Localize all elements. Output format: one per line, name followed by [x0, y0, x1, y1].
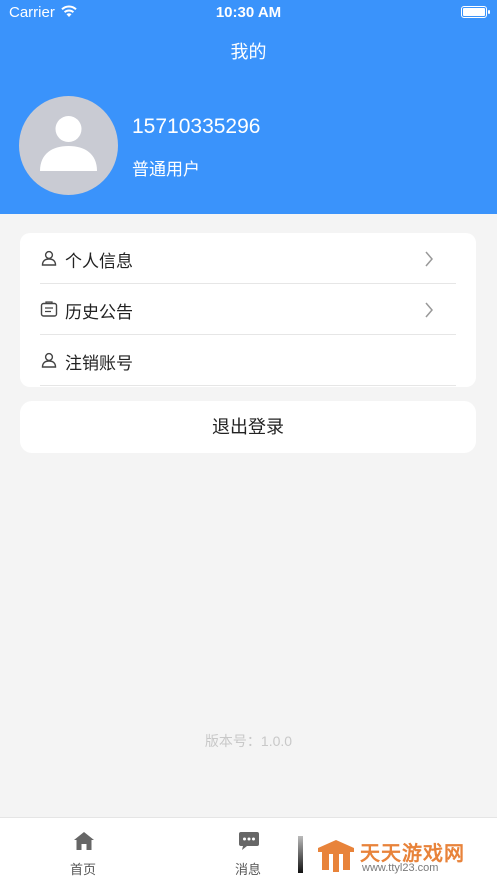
tab-label: 首页 — [69, 862, 96, 877]
status-bar: Carrier 10:30 AM — [0, 0, 497, 26]
user-phone: 15710335296 — [132, 115, 261, 138]
user-type: 普通用户 — [132, 160, 200, 179]
chevron-right-icon — [425, 302, 433, 318]
tab-messages[interactable]: 消息 — [188, 818, 308, 883]
avatar[interactable] — [19, 96, 118, 195]
user-icon — [41, 352, 57, 368]
battery-icon — [461, 6, 490, 18]
logout-button[interactable]: 退出登录 — [20, 401, 476, 453]
watermark-logo-icon — [318, 840, 354, 872]
watermark: 天天游戏网 www.ttyl23.com — [316, 836, 494, 876]
menu-item-label: 个人信息 — [65, 252, 133, 271]
user-icon — [41, 250, 57, 266]
status-time: 10:30 AM — [215, 4, 282, 21]
message-icon — [239, 832, 259, 850]
menu-card: 个人信息 历史公告 注销账号 — [20, 233, 476, 387]
menu-item-personal-info[interactable]: 个人信息 — [40, 233, 456, 284]
default-avatar-icon — [40, 116, 97, 171]
menu-item-label: 注销账号 — [65, 354, 133, 373]
watermark-url: www.ttyl23.com — [362, 862, 439, 874]
menu-item-history-announcements[interactable]: 历史公告 — [40, 284, 456, 335]
tab-label: 消息 — [234, 862, 261, 877]
announcement-icon — [40, 301, 58, 317]
page-title: 我的 — [230, 42, 267, 62]
profile-header: Carrier 10:30 AM 我的 15710335296 普通用户 — [0, 0, 497, 214]
chevron-right-icon — [425, 251, 433, 267]
menu-item-delete-account[interactable]: 注销账号 — [40, 335, 456, 386]
menu-item-label: 历史公告 — [65, 303, 133, 322]
tab-home[interactable]: 首页 — [23, 818, 143, 883]
watermark-divider — [298, 836, 303, 873]
home-icon — [74, 832, 94, 850]
version-label: 版本号：1.0.0 — [204, 733, 293, 749]
